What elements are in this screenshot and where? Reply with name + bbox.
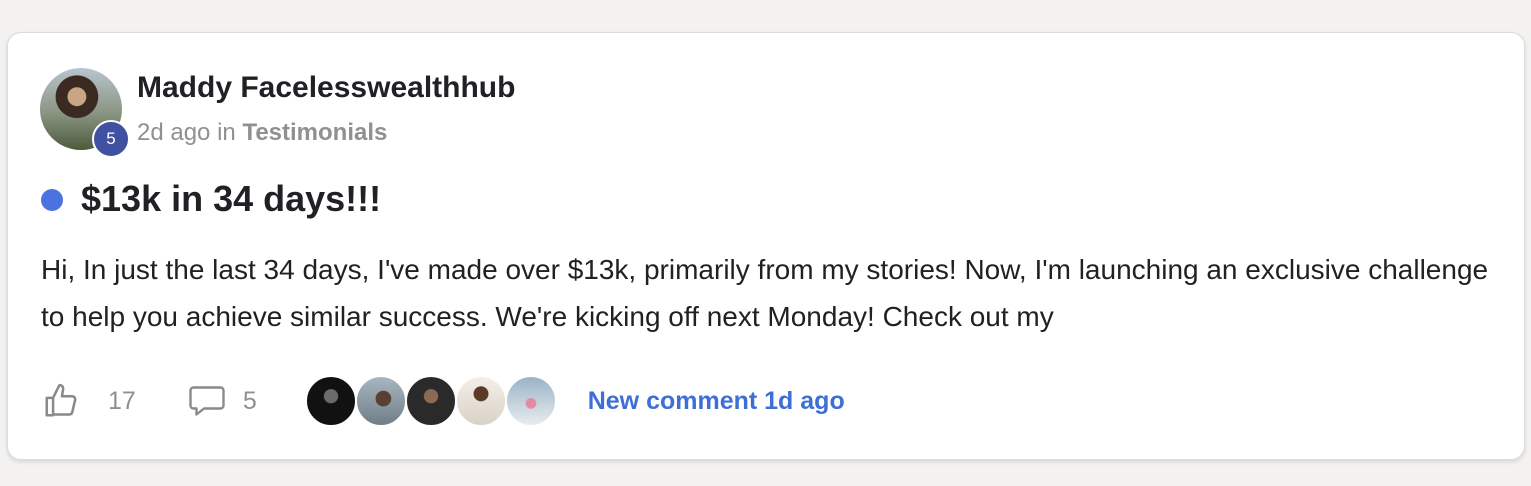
author-avatar-wrap[interactable]: 5 bbox=[40, 68, 130, 158]
post-in-label: in bbox=[217, 119, 236, 146]
commenter-avatar[interactable] bbox=[404, 375, 457, 427]
commenter-avatar[interactable] bbox=[304, 375, 357, 427]
commenter-avatar[interactable] bbox=[454, 375, 507, 427]
thumbs-up-icon[interactable] bbox=[41, 381, 81, 421]
commenter-avatars[interactable] bbox=[304, 375, 557, 427]
post-category[interactable]: Testimonials bbox=[242, 119, 387, 146]
unread-dot bbox=[41, 189, 63, 211]
post-card[interactable]: 5 Maddy Facelesswealthhub 2d ago in Test… bbox=[7, 32, 1525, 460]
commenter-avatar[interactable] bbox=[504, 375, 557, 427]
post-time: 2d ago bbox=[137, 119, 211, 146]
like-count: 17 bbox=[108, 386, 136, 415]
post-meta: 2d ago in Testimonials bbox=[137, 119, 387, 147]
post-body[interactable]: Hi, In just the last 34 days, I've made … bbox=[41, 246, 1501, 340]
post-actions: 17 5 New comment 1d ago bbox=[41, 375, 845, 427]
author-name[interactable]: Maddy Facelesswealthhub bbox=[137, 71, 515, 105]
post-title[interactable]: $13k in 34 days!!! bbox=[81, 178, 381, 220]
level-badge: 5 bbox=[92, 120, 130, 158]
comment-count: 5 bbox=[242, 386, 257, 415]
new-comment-link[interactable]: New comment 1d ago bbox=[588, 387, 845, 416]
commenter-avatar[interactable] bbox=[354, 375, 407, 427]
comment-bubble-icon[interactable] bbox=[186, 381, 228, 421]
